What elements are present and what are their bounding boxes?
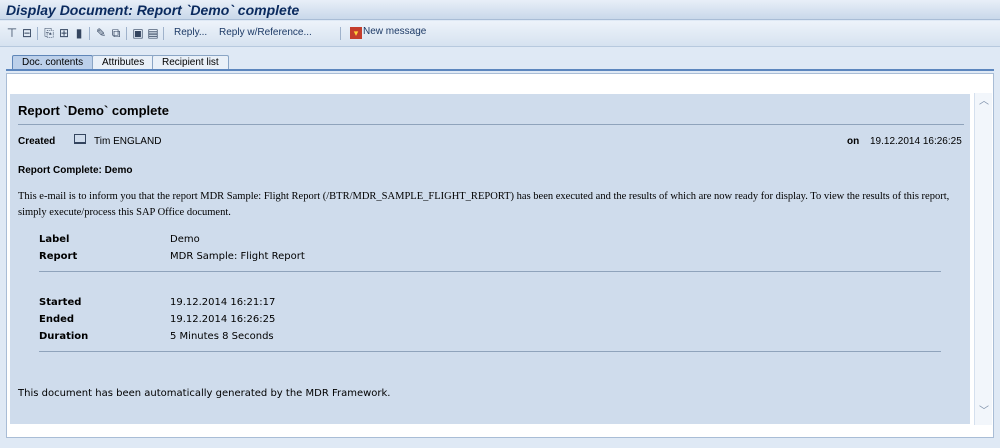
toolbar-separator bbox=[89, 27, 90, 40]
document-subject: Report Complete: Demo bbox=[18, 165, 133, 176]
new-message-icon: ▾ bbox=[350, 27, 362, 39]
toolbar-separator bbox=[126, 27, 127, 40]
timing-label: Duration bbox=[39, 331, 89, 342]
print-icon[interactable]: ⊤ bbox=[6, 26, 18, 40]
tab-recipient-list[interactable]: Recipient list bbox=[152, 55, 229, 69]
toolbar: ⊤ ⊟ ⎘ ⊞ ▮ ✎ ⧉ ▣ ▤ Reply... Reply w/Refer… bbox=[0, 21, 1000, 47]
toolbar-separator bbox=[340, 27, 341, 40]
created-doc-icon[interactable] bbox=[74, 134, 86, 144]
divider bbox=[39, 351, 941, 352]
tab-divider bbox=[6, 69, 994, 71]
divider bbox=[18, 124, 964, 125]
timing-label: Started bbox=[39, 297, 82, 308]
document-footer: This document has been automatically gen… bbox=[18, 388, 391, 399]
detail-label: Label bbox=[39, 234, 70, 245]
copy-icon[interactable]: ⧉ bbox=[110, 26, 122, 40]
scroll-down-icon[interactable]: ﹀ bbox=[978, 407, 990, 417]
delete-icon[interactable]: ▮ bbox=[73, 26, 85, 40]
detail-value: Demo bbox=[170, 234, 200, 245]
created-by: Tim ENGLAND bbox=[94, 136, 162, 147]
window-title: Display Document: Report `Demo` complete bbox=[6, 2, 300, 18]
edit-icon[interactable]: ✎ bbox=[95, 26, 107, 40]
toolbar-separator bbox=[163, 27, 164, 40]
reply-button[interactable]: Reply... bbox=[174, 27, 207, 38]
scroll-up-icon[interactable]: ︿ bbox=[978, 97, 990, 107]
on-label: on bbox=[847, 136, 860, 147]
detail-value: MDR Sample: Flight Report bbox=[170, 251, 305, 262]
created-datetime: 19.12.2014 16:26:25 bbox=[870, 136, 962, 147]
title-bar: Display Document: Report `Demo` complete bbox=[0, 0, 1000, 20]
divider bbox=[39, 271, 941, 272]
detail-label: Report bbox=[39, 251, 78, 262]
tab-doc-contents[interactable]: Doc. contents bbox=[12, 55, 94, 69]
timing-label: Ended bbox=[39, 314, 75, 325]
new-message-label: New message bbox=[363, 26, 427, 37]
distribute-icon[interactable]: ⊞ bbox=[58, 26, 70, 40]
forward-icon[interactable]: ⎘ bbox=[43, 26, 55, 40]
document-content: Report `Demo` complete Created Tim ENGLA… bbox=[10, 94, 970, 424]
new-message-button[interactable]: ▾ New message bbox=[350, 26, 426, 39]
vertical-scrollbar[interactable]: ︿ ﹀ bbox=[974, 93, 992, 425]
document-title: Report `Demo` complete bbox=[18, 103, 169, 118]
timing-value: 19.12.2014 16:26:25 bbox=[170, 314, 276, 325]
save-icon[interactable]: ▣ bbox=[132, 26, 144, 40]
tab-attributes[interactable]: Attributes bbox=[92, 55, 155, 69]
print-preview-icon[interactable]: ⊟ bbox=[21, 26, 33, 40]
timing-value: 5 Minutes 8 Seconds bbox=[170, 331, 274, 342]
document-frame: Report `Demo` complete Created Tim ENGLA… bbox=[6, 73, 994, 438]
toolbar-separator bbox=[37, 27, 38, 40]
created-label: Created bbox=[18, 136, 56, 147]
document-body: This e-mail is to inform you that the re… bbox=[18, 191, 950, 218]
attachment-icon[interactable]: ▤ bbox=[147, 26, 159, 40]
reply-with-reference-button[interactable]: Reply w/Reference... bbox=[219, 27, 312, 38]
timing-value: 19.12.2014 16:21:17 bbox=[170, 297, 276, 308]
